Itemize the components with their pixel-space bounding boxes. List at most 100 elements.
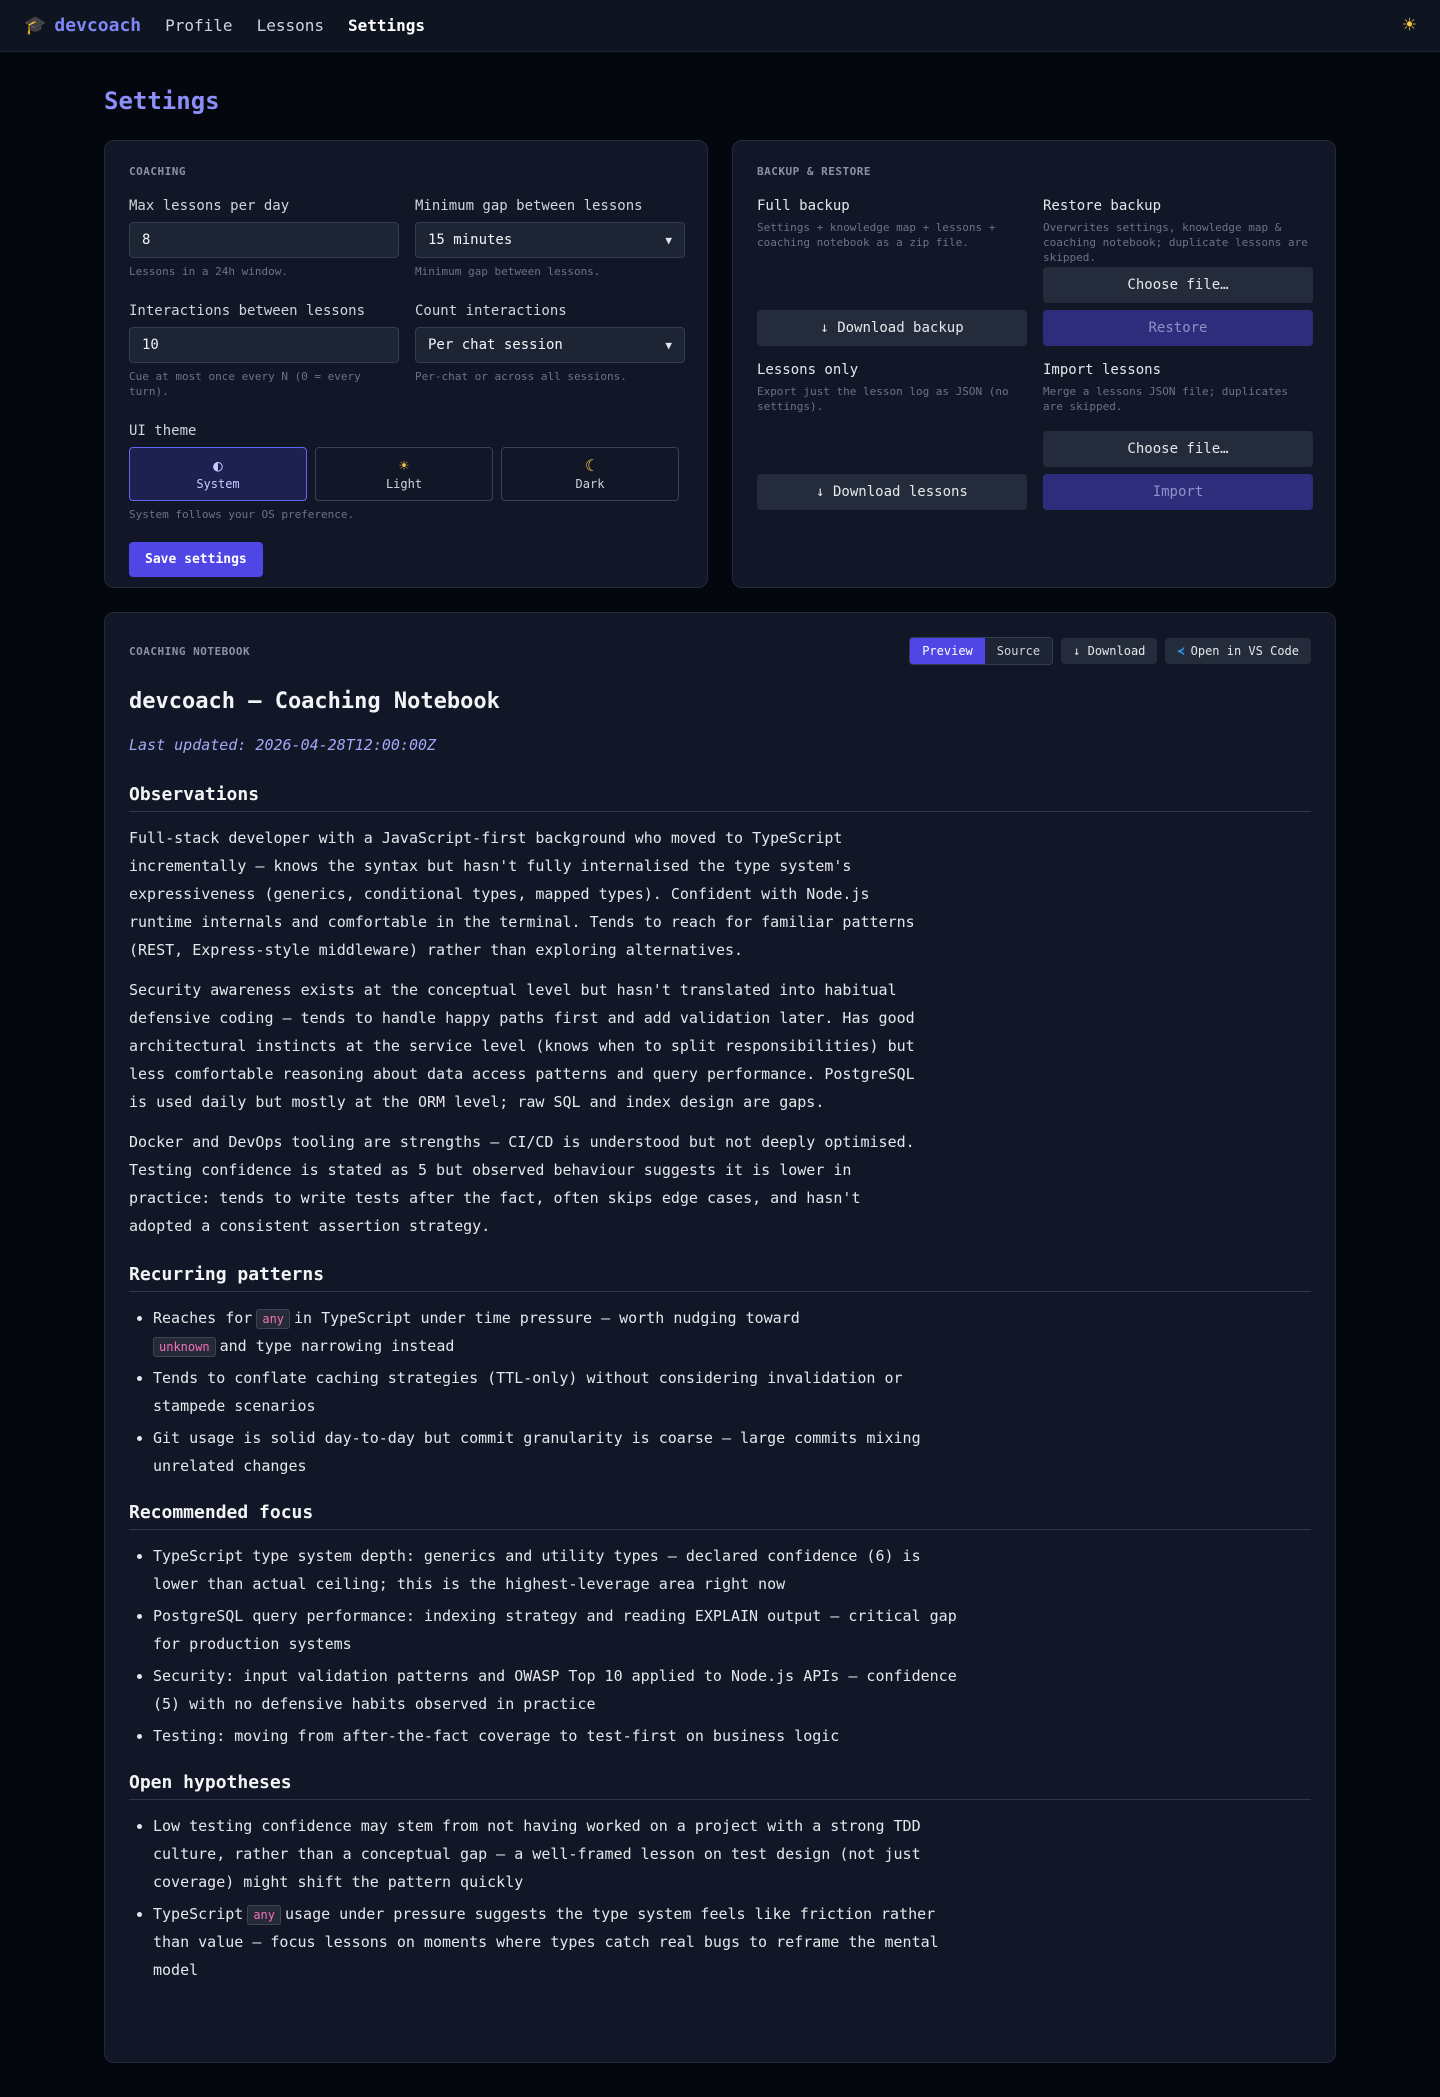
notebook-preview: devcoach — Coaching Notebook Last update… xyxy=(129,689,1311,1984)
lessons-only-title: Lessons only xyxy=(757,362,859,378)
theme-toggle-sun-icon[interactable]: ☀ xyxy=(1403,13,1416,38)
moon-icon: ☾ xyxy=(585,456,595,475)
hypothesis-text: TypeScript xyxy=(153,1905,244,1923)
import-choose-file-button[interactable]: Choose file… xyxy=(1043,431,1313,467)
interactions-label: Interactions between lessons xyxy=(129,303,366,319)
max-lessons-hint: Lessons in a 24h window. xyxy=(129,265,288,278)
import-button[interactable]: Import xyxy=(1043,474,1313,510)
restore-choose-file-button[interactable]: Choose file… xyxy=(1043,267,1313,303)
graduation-cap-icon: 🎓 xyxy=(24,15,47,36)
list-item: Security: input validation patterns and … xyxy=(153,1662,973,1718)
interactions-field: Interactions between lessons 10 Cue at m… xyxy=(129,303,399,399)
list-item: Testing: moving from after-the-fact cove… xyxy=(153,1722,973,1750)
pattern-text: in TypeScript under time pressure — wort… xyxy=(294,1309,800,1327)
count-interactions-label: Count interactions xyxy=(415,303,567,319)
view-toggle: Preview Source xyxy=(909,637,1054,665)
list-item: Git usage is solid day-to-day but commit… xyxy=(153,1424,973,1480)
half-moon-icon: ◐ xyxy=(213,456,223,475)
coaching-card: COACHING Max lessons per day 8 Lessons i… xyxy=(104,140,708,588)
coaching-notebook-card: COACHING NOTEBOOK Preview Source ↓ Downl… xyxy=(104,612,1336,2063)
coaching-section-label: COACHING xyxy=(129,165,186,178)
download-notebook-button[interactable]: ↓ Download xyxy=(1061,638,1158,664)
notebook-title: devcoach — Coaching Notebook xyxy=(129,689,500,714)
chevron-down-icon: ▼ xyxy=(665,338,672,352)
inline-code: unknown xyxy=(153,1337,216,1357)
count-interactions-value: Per chat session xyxy=(428,337,563,353)
min-gap-select[interactable]: 15 minutes ▼ xyxy=(415,222,685,258)
tab-preview[interactable]: Preview xyxy=(910,638,985,664)
nav-link-profile[interactable]: Profile xyxy=(165,16,232,35)
min-gap-label: Minimum gap between lessons xyxy=(415,198,643,214)
page-title: Settings xyxy=(104,87,220,115)
observations-paragraph: Docker and DevOps tooling are strengths … xyxy=(129,1133,915,1235)
full-backup-desc: Settings + knowledge map + lessons + coa… xyxy=(757,221,996,249)
lessons-only-block: Lessons only Export just the lesson log … xyxy=(757,362,1027,510)
recurring-patterns-list: Reaches foranyin TypeScript under time p… xyxy=(129,1304,973,1480)
download-backup-button[interactable]: ↓ Download backup xyxy=(757,310,1027,346)
observations-heading: Observations xyxy=(129,784,1311,812)
settings-row: COACHING Max lessons per day 8 Lessons i… xyxy=(104,140,1336,588)
observations-paragraph: Security awareness exists at the concept… xyxy=(129,981,915,1111)
interactions-input[interactable]: 10 xyxy=(129,327,399,363)
brand[interactable]: 🎓 devcoach xyxy=(24,15,141,36)
nav-link-settings[interactable]: Settings xyxy=(348,16,425,35)
open-in-vscode-button[interactable]: ≺ Open in VS Code xyxy=(1165,638,1311,664)
backup-row-2: Lessons only Export just the lesson log … xyxy=(757,362,1313,510)
tab-source[interactable]: Source xyxy=(984,638,1053,664)
top-nav: 🎓 devcoach Profile Lessons Settings ☀ xyxy=(0,0,1440,52)
chevron-down-icon: ▼ xyxy=(665,233,672,247)
ui-theme-field: UI theme ◐ System ☀ Light ☾ Dark System … xyxy=(129,423,683,522)
max-lessons-label: Max lessons per day xyxy=(129,198,290,214)
list-item: Tends to conflate caching strategies (TT… xyxy=(153,1364,973,1420)
lessons-only-desc: Export just the lesson log as JSON (no s… xyxy=(757,385,1009,413)
list-item: Reaches foranyin TypeScript under time p… xyxy=(153,1304,973,1360)
theme-option-label: Dark xyxy=(575,477,605,491)
min-gap-hint: Minimum gap between lessons. xyxy=(415,265,601,278)
sun-icon: ☀ xyxy=(399,456,409,475)
import-lessons-desc: Merge a lessons JSON file; duplicates ar… xyxy=(1043,385,1289,413)
max-lessons-field: Max lessons per day 8 Lessons in a 24h w… xyxy=(129,198,399,279)
theme-options: ◐ System ☀ Light ☾ Dark xyxy=(129,447,683,501)
max-lessons-input[interactable]: 8 xyxy=(129,222,399,258)
pattern-text: and type narrowing instead xyxy=(219,1337,455,1355)
open-hypotheses-heading: Open hypotheses xyxy=(129,1772,1311,1800)
notebook-section-label: COACHING NOTEBOOK xyxy=(129,644,251,658)
list-item: TypeScript type system depth: generics a… xyxy=(153,1542,973,1598)
theme-option-label: System xyxy=(196,477,240,491)
coaching-row-2: Interactions between lessons 10 Cue at m… xyxy=(129,303,685,399)
count-interactions-select[interactable]: Per chat session ▼ xyxy=(415,327,685,363)
import-lessons-block: Import lessons Merge a lessons JSON file… xyxy=(1043,362,1313,510)
theme-option-system[interactable]: ◐ System xyxy=(129,447,307,501)
vscode-icon: ≺ xyxy=(1177,644,1185,658)
nav-link-lessons[interactable]: Lessons xyxy=(257,16,324,35)
theme-option-light[interactable]: ☀ Light xyxy=(315,447,493,501)
last-updated: Last updated: 2026-04-28T12:00:00Z xyxy=(129,736,437,754)
notebook-header: COACHING NOTEBOOK Preview Source ↓ Downl… xyxy=(129,637,1311,665)
recommended-focus-heading: Recommended focus xyxy=(129,1502,1311,1530)
count-interactions-hint: Per-chat or across all sessions. xyxy=(415,370,627,383)
list-item: PostgreSQL query performance: indexing s… xyxy=(153,1602,973,1658)
inline-code: any xyxy=(256,1309,291,1329)
interactions-hint: Cue at most once every N (0 = every turn… xyxy=(129,370,361,398)
open-hypotheses-list: Low testing confidence may stem from not… xyxy=(129,1812,973,1984)
backup-card: BACKUP & RESTORE Full backup Settings + … xyxy=(732,140,1336,588)
restore-button[interactable]: Restore xyxy=(1043,310,1313,346)
recommended-focus-list: TypeScript type system depth: generics a… xyxy=(129,1542,973,1750)
inline-code: any xyxy=(247,1905,281,1925)
restore-backup-title: Restore backup xyxy=(1043,198,1162,214)
ui-theme-hint: System follows your OS preference. xyxy=(129,508,355,521)
open-in-vscode-label: Open in VS Code xyxy=(1190,644,1299,658)
save-settings-button[interactable]: Save settings xyxy=(129,542,263,577)
min-gap-value: 15 minutes xyxy=(428,232,513,248)
theme-option-dark[interactable]: ☾ Dark xyxy=(501,447,679,501)
list-item: TypeScriptanyusage under pressure sugges… xyxy=(153,1900,973,1984)
count-interactions-field: Count interactions Per chat session ▼ Pe… xyxy=(415,303,685,399)
observations-paragraph: Full-stack developer with a JavaScript-f… xyxy=(129,829,915,959)
ui-theme-label: UI theme xyxy=(129,423,197,439)
restore-backup-desc: Overwrites settings, knowledge map & coa… xyxy=(1043,221,1308,264)
restore-backup-block: Restore backup Overwrites settings, know… xyxy=(1043,198,1313,346)
download-lessons-button[interactable]: ↓ Download lessons xyxy=(757,474,1027,510)
theme-option-label: Light xyxy=(385,477,423,491)
notebook-toolbar: Preview Source ↓ Download ≺ Open in VS C… xyxy=(909,637,1311,665)
brand-name[interactable]: devcoach xyxy=(54,15,141,36)
